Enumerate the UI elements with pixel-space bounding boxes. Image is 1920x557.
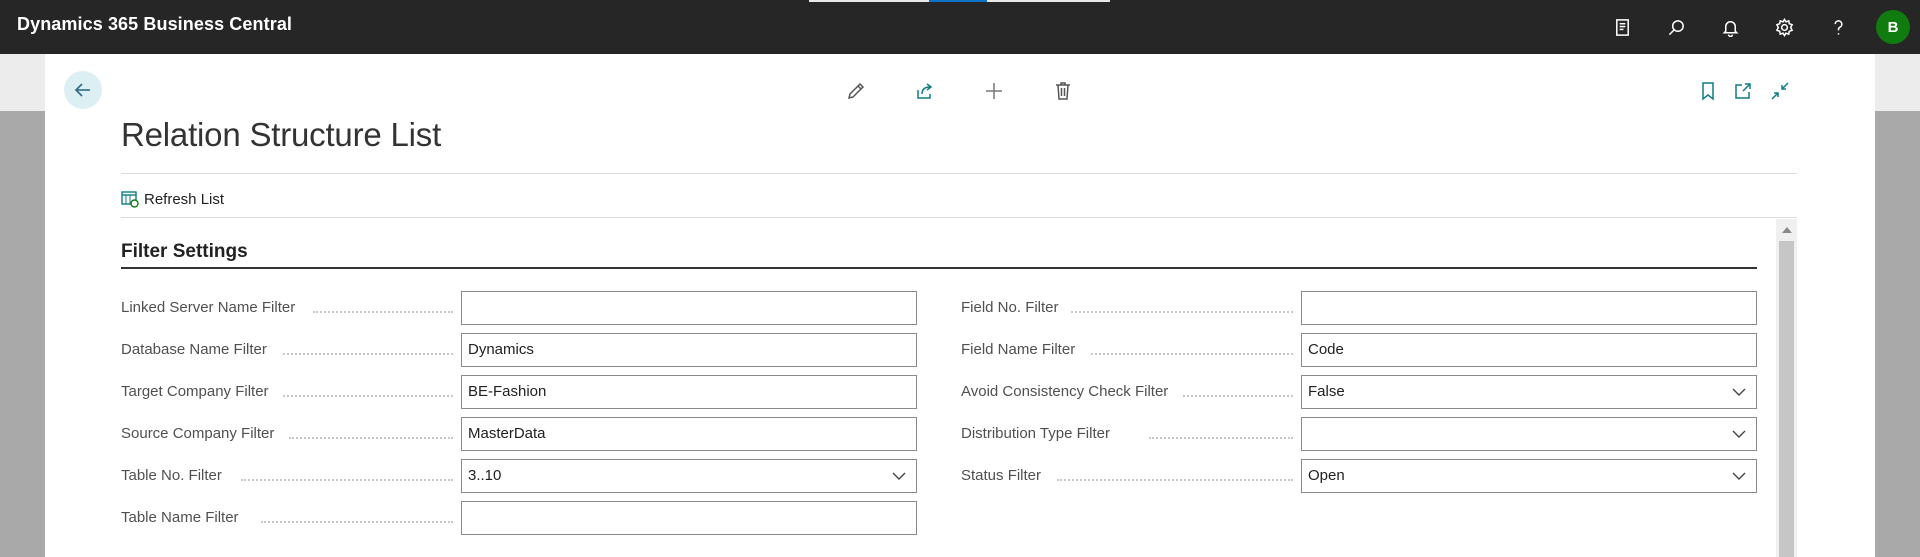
add-icon: [986, 83, 1002, 99]
dropdown-value: False: [1308, 383, 1345, 400]
field-name-filter-row: Field Name Filter Code: [961, 333, 1761, 367]
chevron-down-icon: [1732, 430, 1746, 438]
add-button[interactable]: [981, 78, 1007, 104]
share-icon: [917, 83, 933, 99]
search-icon[interactable]: [1662, 13, 1690, 41]
label-leader-dots: [1149, 437, 1293, 439]
target-company-filter-row: Target Company Filter BE-Fashion: [121, 375, 921, 409]
back-button[interactable]: [64, 71, 102, 109]
section-underline: [121, 267, 1757, 269]
field-label: Source Company Filter: [121, 425, 275, 442]
edit-icon: [847, 82, 865, 100]
refresh-list-button[interactable]: Refresh List: [121, 186, 224, 212]
dropdown-value: 3..10: [468, 467, 502, 484]
gear-icon[interactable]: [1770, 13, 1798, 41]
collapse-icon: [1771, 82, 1789, 100]
field-label: Table Name Filter: [121, 509, 239, 526]
status-filter-row: Status Filter Open: [961, 459, 1761, 493]
divider-bottom: [121, 217, 1797, 218]
table-name-filter-row: Table Name Filter: [121, 501, 921, 535]
field-label: Avoid Consistency Check Filter: [961, 383, 1169, 400]
vertical-scrollbar[interactable]: [1776, 219, 1797, 557]
field-label: Field Name Filter: [961, 341, 1076, 358]
distribution-type-filter-dropdown[interactable]: [1301, 417, 1757, 451]
table-no-filter-dropdown[interactable]: 3..10: [461, 459, 917, 493]
dropdown-value: Open: [1308, 467, 1345, 484]
page-card: Relation Structure List Refresh List Fil…: [45, 54, 1875, 557]
bookmark-icon: [1702, 82, 1714, 101]
arrow-left-icon: [74, 83, 90, 97]
refresh-list-icon: [121, 191, 139, 208]
background-right: [1875, 111, 1920, 557]
edit-button[interactable]: [843, 78, 869, 104]
help-icon[interactable]: [1824, 13, 1852, 41]
field-label: Table No. Filter: [121, 467, 222, 484]
scrollbar-thumb[interactable]: [1779, 241, 1794, 557]
divider-top: [121, 173, 1797, 174]
loading-indicator: [809, 0, 1110, 2]
chevron-down-icon: [1732, 472, 1746, 480]
app-title[interactable]: Dynamics 365 Business Central: [17, 14, 292, 35]
avoid-consistency-check-filter-row: Avoid Consistency Check Filter False: [961, 375, 1761, 409]
label-leader-dots: [1071, 311, 1293, 313]
chevron-down-icon: [1732, 388, 1746, 396]
label-leader-dots: [283, 353, 453, 355]
target-company-filter-input[interactable]: BE-Fashion: [461, 375, 917, 409]
field-no-filter-input[interactable]: [1301, 291, 1757, 325]
label-leader-dots: [1091, 353, 1293, 355]
top-bar: Dynamics 365 Business Central B: [0, 0, 1920, 54]
table-no-filter-row: Table No. Filter 3..10: [121, 459, 921, 493]
status-filter-dropdown[interactable]: Open: [1301, 459, 1757, 493]
label-leader-dots: [241, 479, 453, 481]
label-leader-dots: [289, 437, 453, 439]
field-label: Field No. Filter: [961, 299, 1059, 316]
source-company-filter-input[interactable]: MasterData: [461, 417, 917, 451]
database-name-filter-input[interactable]: Dynamics: [461, 333, 917, 367]
open-new-window-icon: [1735, 83, 1751, 99]
field-label: Linked Server Name Filter: [121, 299, 296, 316]
user-avatar[interactable]: B: [1876, 10, 1910, 44]
label-leader-dots: [261, 521, 453, 523]
background-left: [0, 111, 45, 557]
field-label: Database Name Filter: [121, 341, 267, 358]
field-label: Target Company Filter: [121, 383, 269, 400]
field-name-filter-input[interactable]: Code: [1301, 333, 1757, 367]
delete-button[interactable]: [1050, 78, 1076, 104]
share-button[interactable]: [912, 78, 938, 104]
report-icon[interactable]: [1608, 13, 1636, 41]
label-leader-dots: [1183, 395, 1293, 397]
database-name-filter-row: Database Name Filter Dynamics: [121, 333, 921, 367]
field-label: Distribution Type Filter: [961, 425, 1110, 442]
chevron-down-icon: [892, 472, 906, 480]
bookmark-button[interactable]: [1695, 78, 1721, 104]
page-title: Relation Structure List: [121, 116, 442, 153]
source-company-filter-row: Source Company Filter MasterData: [121, 417, 921, 451]
filter-settings-area: Filter Settings Linked Server Name Filte…: [121, 219, 1797, 557]
label-leader-dots: [1057, 479, 1293, 481]
label-leader-dots: [313, 311, 453, 313]
linked-server-name-filter-input[interactable]: [461, 291, 917, 325]
scroll-up-arrow-icon[interactable]: [1782, 227, 1792, 233]
label-leader-dots: [283, 395, 453, 397]
table-name-filter-input[interactable]: [461, 501, 917, 535]
delete-icon: [1056, 82, 1070, 100]
field-label: Status Filter: [961, 467, 1042, 484]
collapse-button[interactable]: [1767, 78, 1793, 104]
distribution-type-filter-row: Distribution Type Filter: [961, 417, 1761, 451]
section-title[interactable]: Filter Settings: [121, 241, 248, 263]
linked-server-name-filter-row: Linked Server Name Filter: [121, 291, 921, 325]
avoid-consistency-check-filter-dropdown[interactable]: False: [1301, 375, 1757, 409]
field-no-filter-row: Field No. Filter: [961, 291, 1761, 325]
open-new-window-button[interactable]: [1730, 78, 1756, 104]
bell-icon[interactable]: [1716, 13, 1744, 41]
refresh-list-label: Refresh List: [144, 190, 225, 208]
